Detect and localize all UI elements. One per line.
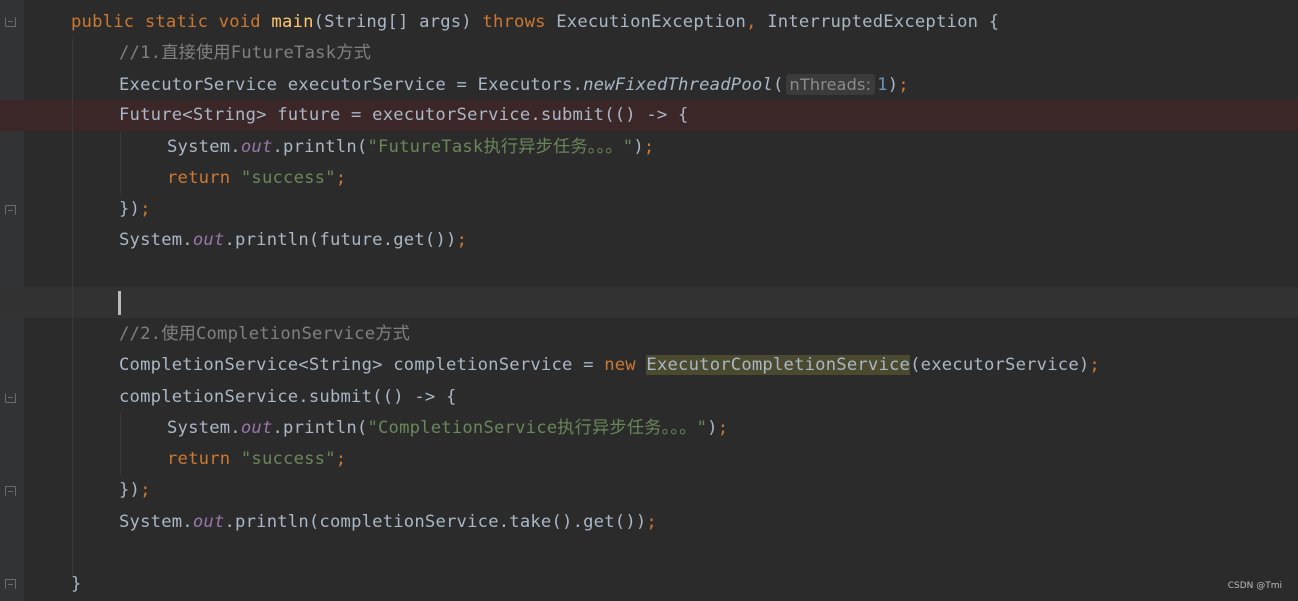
code-token: ; [335, 449, 347, 469]
code-token: public static void [71, 12, 272, 32]
code-line[interactable]: }); [119, 475, 151, 506]
code-token: main [271, 12, 314, 32]
fold-toggle-icon[interactable] [5, 17, 16, 27]
code-line[interactable]: }); [119, 194, 151, 225]
code-token: ) [887, 75, 899, 95]
parameter-hint: 1 [877, 75, 888, 95]
code-token: }) [119, 199, 141, 219]
code-token: ; [456, 230, 468, 250]
code-token: (String[] args) [313, 12, 483, 32]
code-line[interactable]: completionService.submit(() -> { [119, 382, 457, 413]
code-token: new [604, 355, 647, 375]
indent-guide [120, 132, 121, 194]
code-line[interactable]: return "success"; [167, 444, 346, 475]
code-line[interactable]: System.out.println(future.get()); [119, 225, 467, 256]
code-token: ExecutorCompletionService [646, 355, 911, 375]
code-line[interactable]: public static void main(String[] args) t… [71, 7, 999, 38]
indent-guide [120, 413, 121, 475]
code-token: ) [707, 418, 718, 438]
code-token: out [240, 137, 273, 157]
code-token: System. [119, 512, 193, 532]
code-token: Future<String> future = executorService.… [119, 105, 689, 125]
code-token: System. [119, 230, 193, 250]
fold-toggle-icon[interactable] [5, 393, 16, 403]
code-token: .println(future.get()) [224, 230, 457, 250]
code-token: out [240, 418, 273, 438]
code-token: InterruptedException { [767, 12, 1000, 32]
code-token: ; [335, 168, 347, 188]
code-token: completionService.submit(() -> { [119, 387, 457, 407]
code-line[interactable]: //2.使用CompletionService方式 [119, 319, 410, 350]
code-token: "success" [240, 168, 336, 188]
code-token: ; [140, 199, 151, 219]
code-token: .println( [272, 418, 368, 438]
code-token: ; [643, 137, 655, 157]
code-line[interactable]: System.out.println(completionService.tak… [119, 507, 657, 538]
code-token: } [71, 574, 82, 594]
code-token: return [167, 168, 241, 188]
indent-guide [72, 38, 73, 578]
code-token: System. [167, 137, 241, 157]
code-token: ) [633, 137, 644, 157]
code-token: return [167, 449, 241, 469]
caret-line-highlight [0, 287, 1298, 318]
code-token: System. [167, 418, 241, 438]
code-token: ExecutorService executorService = Execut… [119, 75, 584, 95]
code-token: ; [646, 512, 657, 532]
fold-toggle-icon[interactable] [5, 486, 16, 496]
code-token: ; [898, 75, 909, 95]
code-token: newFixedThreadPool [583, 75, 773, 95]
code-token: CompletionService<String> completionServ… [119, 355, 605, 375]
code-token: throws [482, 12, 557, 32]
code-token: .println(completionService.take().get()) [224, 512, 647, 532]
code-line[interactable]: Future<String> future = executorService.… [119, 100, 689, 131]
code-line[interactable]: ExecutorService executorService = Execut… [119, 69, 909, 100]
code-line[interactable]: //1.直接使用FutureTask方式 [119, 38, 371, 69]
code-line[interactable]: System.out.println("FutureTask执行异步任务。。。"… [167, 132, 654, 163]
code-token: "success" [240, 449, 336, 469]
code-line[interactable]: } [71, 569, 82, 600]
code-line[interactable]: return "success"; [167, 163, 346, 194]
parameter-hint: nThreads: [785, 74, 876, 95]
code-token: //1.直接使用FutureTask方式 [119, 43, 371, 63]
code-line[interactable]: System.out.println("CompletionService执行异… [167, 413, 728, 444]
code-token: out [192, 230, 225, 250]
code-token: ExecutionException [556, 12, 747, 32]
fold-toggle-icon[interactable] [5, 205, 16, 215]
code-line[interactable]: CompletionService<String> completionServ… [119, 350, 1100, 381]
code-token: (executorService) [910, 355, 1090, 375]
code-token: "FutureTask执行异步任务。。。" [367, 137, 634, 157]
code-token: }) [119, 480, 141, 500]
code-token: "CompletionService执行异步任务。。。" [367, 418, 708, 438]
code-token: .println( [272, 137, 368, 157]
text-cursor [118, 291, 121, 315]
fold-toggle-icon[interactable] [5, 579, 16, 589]
code-token: out [192, 512, 225, 532]
code-token: ; [1089, 355, 1100, 375]
code-token: //2.使用CompletionService方式 [119, 324, 411, 344]
code-token: ; [717, 418, 729, 438]
code-token: ( [772, 75, 784, 95]
code-token: ; [140, 480, 151, 500]
watermark: CSDN @Tmi [1227, 581, 1282, 591]
code-token: , [746, 12, 768, 32]
